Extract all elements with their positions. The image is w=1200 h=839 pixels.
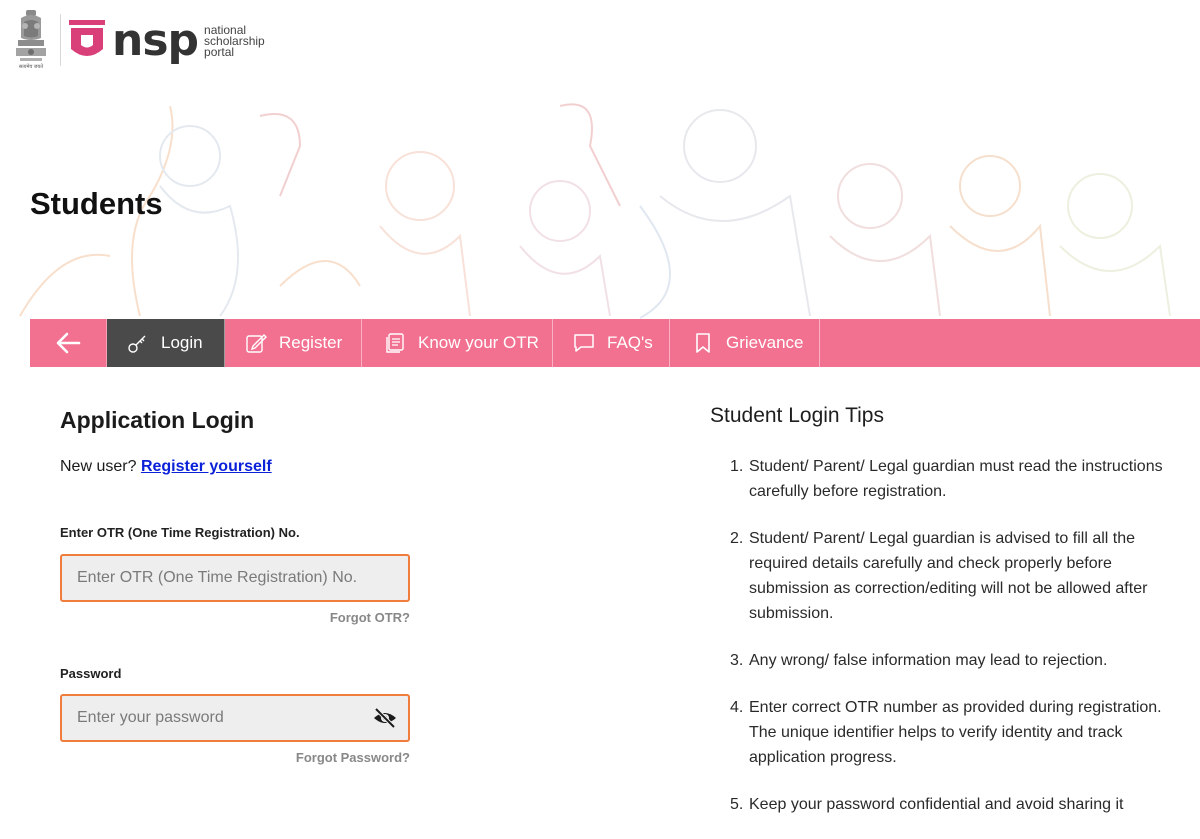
tab-know-your-otr[interactable]: Know your OTR	[362, 319, 553, 367]
nsp-tagline: national scholarship portal	[204, 24, 265, 59]
otr-input[interactable]	[62, 556, 377, 600]
tab-login-label: Login	[161, 333, 203, 352]
document-icon	[384, 332, 406, 354]
otr-field-wrapper	[60, 554, 410, 602]
tip-number: 4.	[730, 699, 744, 716]
password-label: Password	[60, 666, 122, 681]
hero-banner	[0, 86, 1200, 320]
tip-number: 1.	[730, 458, 744, 475]
tab-faq-label: FAQ's	[607, 333, 653, 352]
new-user-text: New user?	[60, 458, 137, 475]
tab-faq[interactable]: FAQ's	[553, 319, 670, 367]
tab-know-your-otr-label: Know your OTR	[418, 333, 539, 352]
nsp-wordmark: nsp	[112, 15, 199, 66]
nsp-logo[interactable]: nsp national scholarship portal	[68, 14, 265, 68]
emblem-caption: सत्यमेव जयते	[19, 63, 43, 70]
tab-register[interactable]: Register	[225, 319, 362, 367]
tips-heading: Student Login Tips	[710, 404, 884, 427]
otr-label: Enter OTR (One Time Registration) No.	[60, 525, 300, 540]
student-login-tips: Student Login Tips 1. Student/ Parent/ Le…	[710, 404, 1180, 813]
tab-grievance[interactable]: Grievance	[670, 319, 820, 367]
tip-text: Student/ Parent/ Legal guardian is advis…	[749, 530, 1148, 622]
bookmark-icon	[692, 332, 714, 354]
national-emblem-icon: सत्यमेव जयते	[16, 10, 46, 70]
password-field-wrapper	[60, 694, 410, 742]
page-title: Students	[30, 186, 163, 221]
new-user-row: New user? Register yourself	[60, 458, 272, 476]
chat-icon	[573, 332, 595, 354]
tab-login[interactable]: Login	[107, 319, 225, 367]
tip-text: Enter correct OTR number as provided dur…	[749, 699, 1162, 766]
header-divider	[60, 14, 61, 66]
site-header: सत्यमेव जयते nsp national scholarship po…	[0, 0, 1200, 86]
eye-slash-icon[interactable]	[372, 707, 398, 729]
tip-item: 3. Any wrong/ false information may lead …	[730, 648, 1170, 673]
students-illustration	[19, 103, 1171, 319]
tip-item: 2. Student/ Parent/ Legal guardian is adv…	[730, 526, 1170, 626]
tip-number: 5.	[730, 796, 744, 813]
tip-text: Student/ Parent/ Legal guardian must rea…	[749, 458, 1163, 500]
tip-number: 2.	[730, 530, 744, 547]
student-nav-bar: Login Register Know your OTR FAQ's Griev…	[30, 319, 1200, 367]
back-button[interactable]	[30, 319, 107, 367]
tip-item: 4. Enter correct OTR number as provided d…	[730, 695, 1170, 770]
tab-register-label: Register	[279, 333, 343, 352]
key-icon	[127, 332, 149, 354]
register-yourself-link[interactable]: Register yourself	[141, 458, 272, 475]
forgot-otr-link[interactable]: Forgot OTR?	[330, 610, 410, 625]
tip-item: 1. Student/ Parent/ Legal guardian must r…	[730, 454, 1170, 504]
tab-grievance-label: Grievance	[726, 333, 804, 352]
tips-list: 1. Student/ Parent/ Legal guardian must r…	[730, 454, 1170, 839]
tip-text: Any wrong/ false information may lead to…	[749, 652, 1108, 669]
tip-text: Keep your password confidential and avoi…	[749, 796, 1124, 813]
nsp-shield-icon	[69, 20, 105, 56]
tagline-line: portal	[204, 44, 235, 59]
password-input[interactable]	[62, 696, 377, 740]
login-heading: Application Login	[60, 407, 255, 433]
arrow-left-icon	[56, 332, 81, 354]
tip-item: 5. Keep your password confidential and av…	[730, 792, 1170, 817]
forgot-password-link[interactable]: Forgot Password?	[296, 750, 410, 765]
tip-number: 3.	[730, 652, 744, 669]
edit-icon	[245, 332, 267, 354]
